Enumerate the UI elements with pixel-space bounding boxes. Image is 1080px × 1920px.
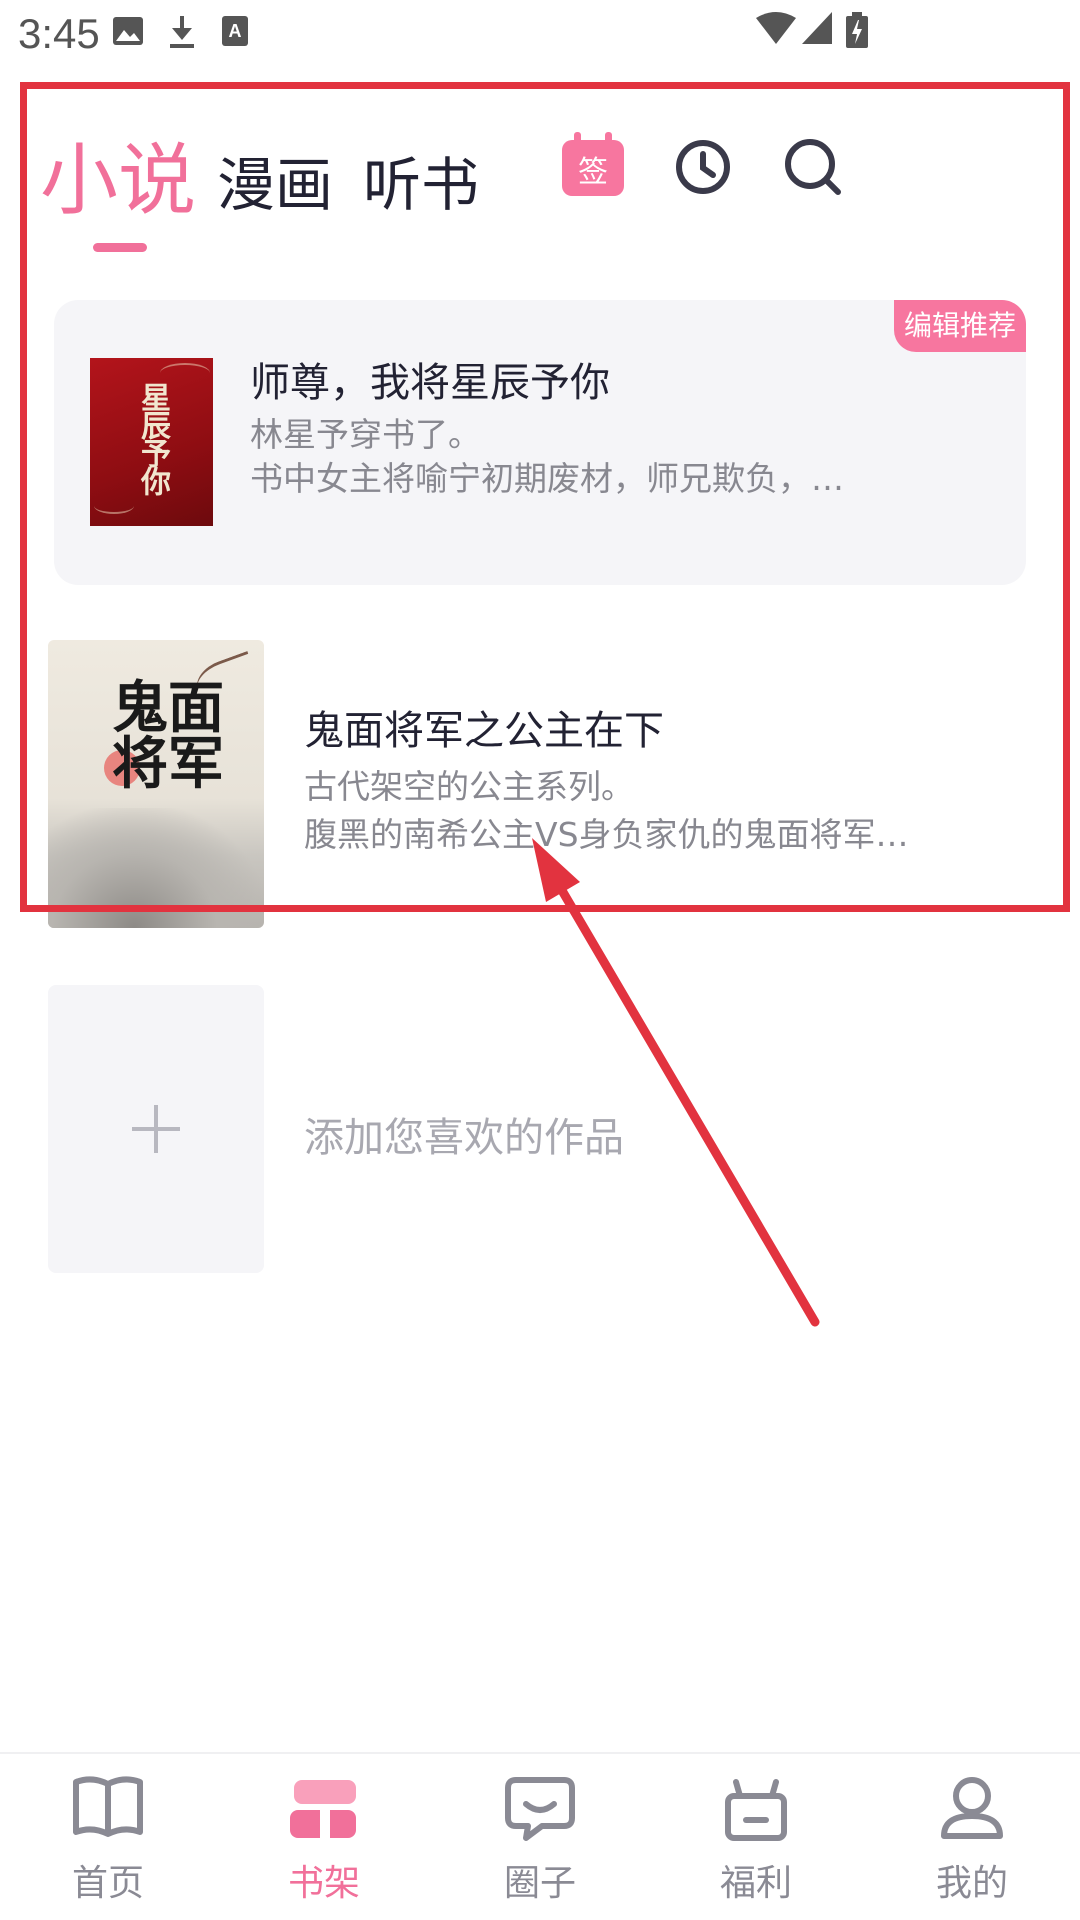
tab-audiobook[interactable]: 听书 <box>363 138 479 222</box>
editor-recommend-badge: 编辑推荐 <box>893 300 1026 352</box>
nav-item-bookshelf[interactable]: 书架 <box>254 1774 394 1914</box>
featured-book-card[interactable]: 编辑推荐 星辰予你 师尊，我将星辰予你 林星予穿书了。 书中女主将喻宁初期废材，… <box>54 300 1026 585</box>
book-cover: 鬼面将军 <box>48 640 264 928</box>
add-work-button[interactable]: 添加您喜欢的作品 <box>48 985 1038 1275</box>
book-description: 林星予穿书了。 <box>250 415 481 454</box>
checkin-calendar-icon[interactable]: 签 <box>558 132 628 202</box>
nav-label-rewards: 福利 <box>719 1863 792 1904</box>
add-placeholder <box>48 985 264 1273</box>
nav-item-community[interactable]: 圈子 <box>470 1774 610 1914</box>
bottom-nav-bar: 首页 书架 圈子 福利 我的 <box>0 1752 1080 1920</box>
book-open-icon <box>73 1776 143 1837</box>
wifi-icon <box>756 12 796 44</box>
nav-label-community: 圈子 <box>503 1863 576 1904</box>
cover-title-art: 鬼面将军 <box>112 675 224 797</box>
add-work-label: 添加您喜欢的作品 <box>304 1115 624 1161</box>
book-description: 腹黑的南希公主VS身负家仇的鬼面将军… <box>304 815 909 854</box>
image-icon <box>113 17 143 45</box>
nav-item-me[interactable]: 我的 <box>902 1774 1042 1914</box>
battery-icon <box>846 12 868 48</box>
nav-label-home: 首页 <box>71 1863 144 1904</box>
bookshelf-icon <box>290 1780 356 1838</box>
cover-title-art: 星辰予你 <box>135 382 170 494</box>
tab-novel[interactable]: 小说 <box>40 118 196 230</box>
history-clock-icon[interactable] <box>668 132 738 202</box>
nav-item-home[interactable]: 首页 <box>38 1774 178 1914</box>
book-title: 师尊，我将星辰予你 <box>250 360 610 406</box>
status-time: 3:45 <box>18 10 100 57</box>
status-bar: 3:45 A <box>0 0 1080 75</box>
active-tab-indicator <box>93 243 147 252</box>
profile-icon <box>941 1777 1003 1839</box>
book-title: 鬼面将军之公主在下 <box>304 708 664 754</box>
shelf-book-item[interactable]: 鬼面将军 鬼面将军之公主在下 古代架空的公主系列。 腹黑的南希公主VS身负家仇的… <box>48 640 1038 930</box>
nav-label-bookshelf: 书架 <box>287 1863 360 1904</box>
book-description: 书中女主将喻宁初期废材，师兄欺负，师妹… <box>250 459 870 498</box>
checkin-icon-text: 签 <box>578 155 608 190</box>
search-icon[interactable] <box>778 132 848 202</box>
gift-icon <box>725 1779 787 1841</box>
chat-bubble-icon <box>505 1777 575 1841</box>
annotation-arrow <box>532 838 820 1327</box>
book-description: 古代架空的公主系列。 <box>304 767 634 806</box>
signal-icon <box>802 12 832 44</box>
download-icon <box>170 16 194 48</box>
svg-text:A: A <box>229 21 242 41</box>
nav-item-rewards[interactable]: 福利 <box>686 1774 826 1914</box>
nav-label-me: 我的 <box>935 1863 1008 1904</box>
book-cover: 星辰予你 <box>90 358 213 526</box>
top-tab-bar: 小说 漫画 听书 签 <box>0 110 1080 270</box>
accessibility-a-icon: A <box>222 16 248 46</box>
tab-comic[interactable]: 漫画 <box>217 138 333 222</box>
